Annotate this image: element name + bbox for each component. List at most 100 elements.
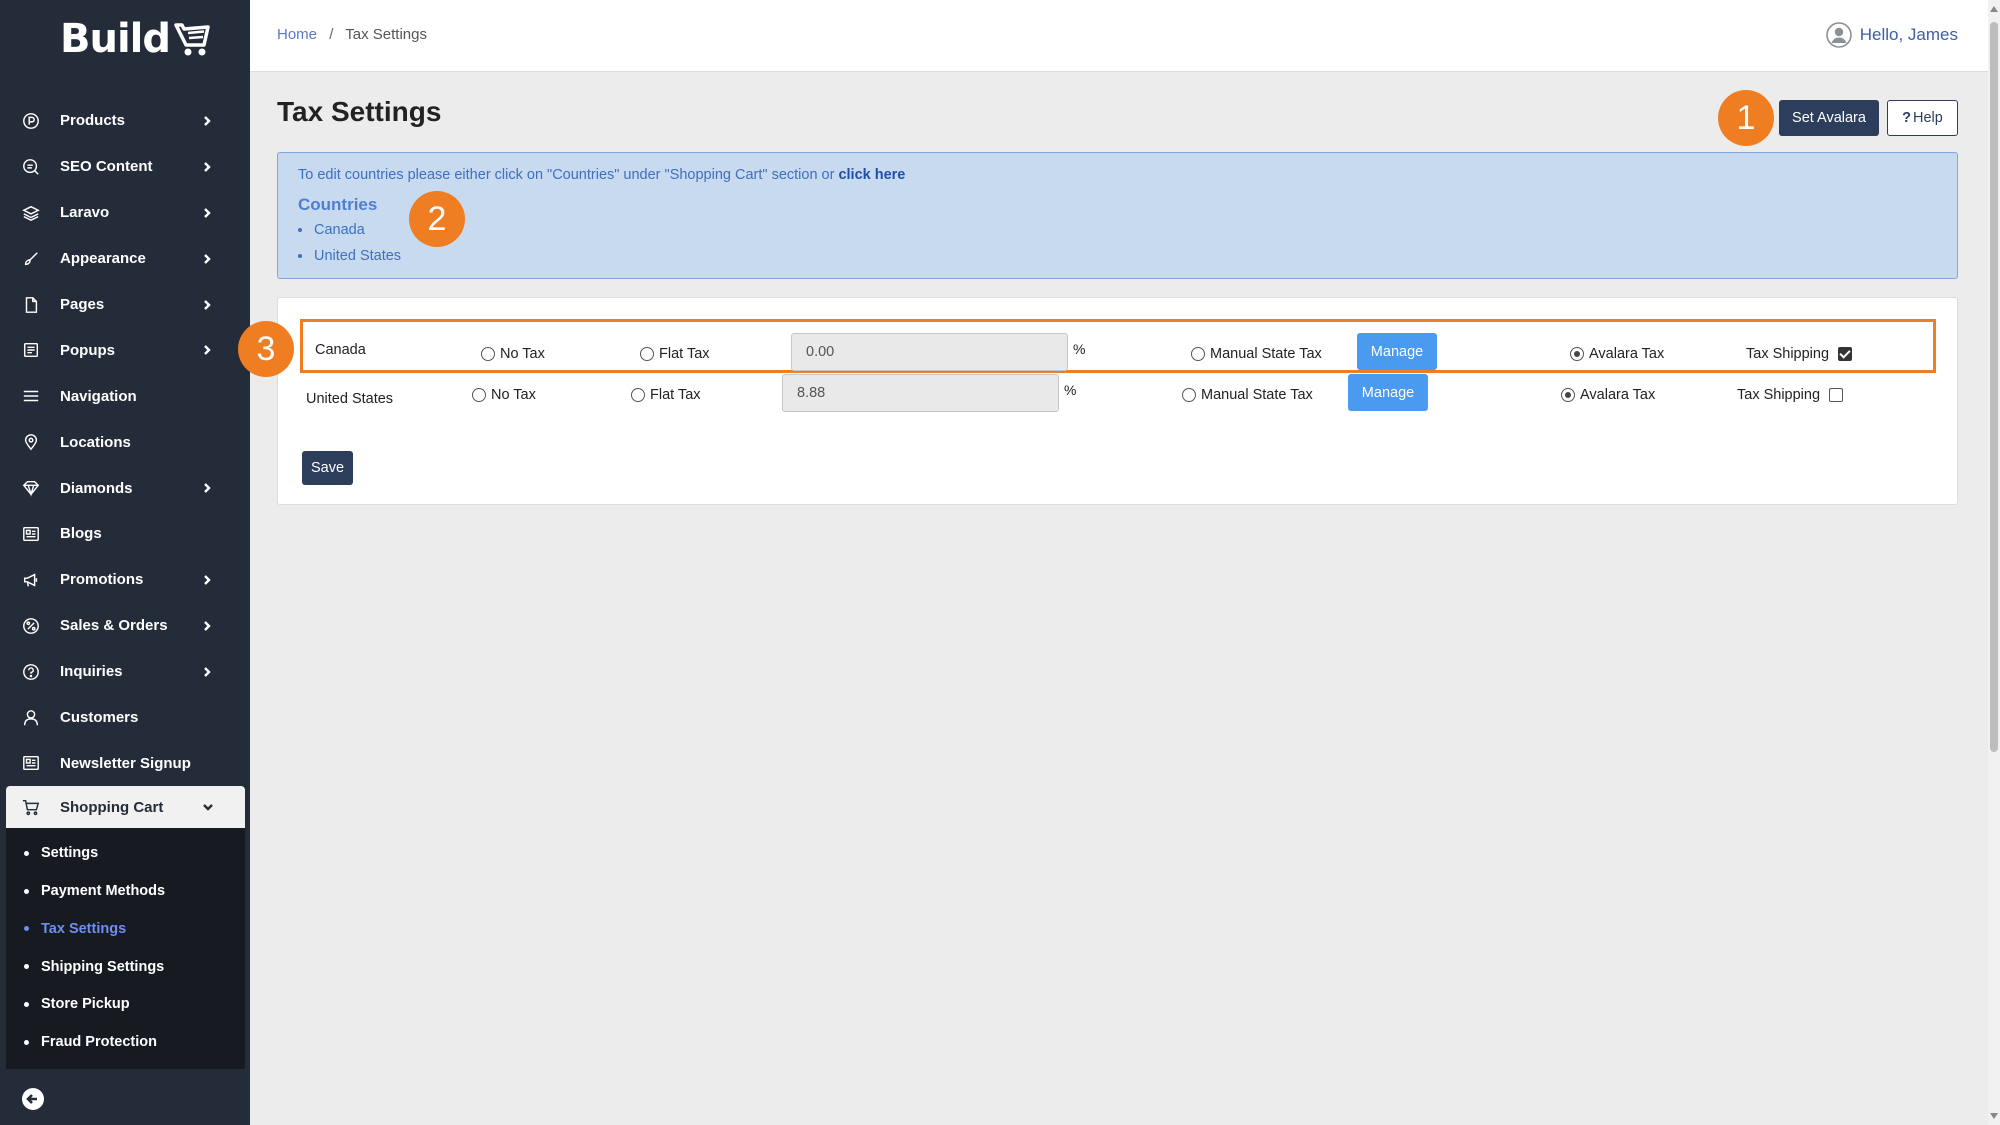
diamond-icon bbox=[20, 477, 42, 499]
sidebar-item-newsletter-signup[interactable]: Newsletter Signup bbox=[0, 740, 250, 786]
breadcrumb-home-link[interactable]: Home bbox=[277, 26, 317, 43]
scroll-up-icon[interactable] bbox=[1990, 6, 1998, 12]
sidebar-item-label: SEO Content bbox=[60, 158, 153, 176]
tax-shipping-field: Tax Shipping bbox=[1737, 387, 1844, 403]
manage-button[interactable]: Manage bbox=[1357, 333, 1437, 370]
sidebar-item-products[interactable]: Products bbox=[0, 98, 250, 144]
avalara-tax-radio[interactable]: Avalara Tax bbox=[1561, 387, 1655, 403]
chevron-right-icon bbox=[200, 160, 214, 174]
percent-icon bbox=[20, 615, 42, 637]
scrollbar-thumb[interactable] bbox=[1990, 22, 1998, 752]
sidebar: Build Products SEO Content Laravo Appear bbox=[0, 0, 250, 1125]
sidebar-item-diamonds[interactable]: Diamonds bbox=[0, 465, 250, 511]
sidebar-item-label: Shopping Cart bbox=[60, 798, 164, 816]
submenu-item-payment-methods[interactable]: Payment Methods bbox=[6, 872, 245, 910]
flat-tax-radio[interactable]: Flat Tax bbox=[640, 346, 710, 362]
step-marker-2: 2 bbox=[409, 191, 465, 247]
radio-indicator bbox=[1191, 347, 1205, 361]
sidebar-item-locations[interactable]: Locations bbox=[0, 419, 250, 465]
manage-button[interactable]: Manage bbox=[1348, 374, 1428, 411]
tax-shipping-field: Tax Shipping bbox=[1746, 346, 1853, 362]
submenu-item-settings[interactable]: Settings bbox=[6, 834, 245, 872]
avalara-tax-radio[interactable]: Avalara Tax bbox=[1570, 346, 1664, 362]
submenu-item-store-pickup[interactable]: Store Pickup bbox=[6, 986, 245, 1024]
sidebar-item-inquiries[interactable]: Inquiries bbox=[0, 649, 250, 695]
step-marker-3: 3 bbox=[238, 321, 294, 377]
sidebar-item-label: Newsletter Signup bbox=[60, 754, 191, 772]
help-button[interactable]: ? Help bbox=[1887, 100, 1958, 136]
sidebar-item-pages[interactable]: Pages bbox=[0, 282, 250, 328]
bullet-icon bbox=[24, 850, 29, 856]
sidebar-item-label: Products bbox=[60, 112, 126, 130]
sidebar-item-label: Sales & Orders bbox=[60, 617, 168, 635]
radio-label: Flat Tax bbox=[659, 346, 710, 362]
breadcrumb-current: Tax Settings bbox=[345, 26, 427, 43]
submenu-item-tax-settings[interactable]: Tax Settings bbox=[6, 910, 245, 948]
sidebar-item-blogs[interactable]: Blogs bbox=[0, 511, 250, 557]
arrow-left-icon bbox=[26, 1094, 37, 1104]
chevron-right-icon bbox=[200, 114, 214, 128]
page-scrollbar[interactable] bbox=[1988, 0, 2000, 1125]
breadcrumb-separator: / bbox=[329, 26, 334, 43]
logo[interactable]: Build bbox=[60, 14, 210, 64]
manual-state-tax-radio[interactable]: Manual State Tax bbox=[1191, 346, 1322, 362]
save-button[interactable]: Save bbox=[302, 451, 353, 485]
brush-icon bbox=[20, 248, 42, 270]
set-avalara-button[interactable]: Set Avalara bbox=[1779, 100, 1879, 136]
radio-label: Avalara Tax bbox=[1589, 346, 1665, 362]
sidebar-item-appearance[interactable]: Appearance bbox=[0, 236, 250, 282]
chevron-down-icon bbox=[201, 800, 215, 814]
manual-state-tax-radio[interactable]: Manual State Tax bbox=[1182, 387, 1313, 403]
info-message: To edit countries please either click on… bbox=[298, 167, 905, 183]
no-tax-radio[interactable]: No Tax bbox=[472, 387, 536, 403]
chevron-right-icon bbox=[200, 619, 214, 633]
sidebar-item-customers[interactable]: Customers bbox=[0, 695, 250, 741]
chevron-right-icon bbox=[200, 206, 214, 220]
sidebar-item-promotions[interactable]: Promotions bbox=[0, 557, 250, 603]
no-tax-radio[interactable]: No Tax bbox=[481, 346, 545, 362]
countries-info-alert: To edit countries please either click on… bbox=[277, 152, 1958, 279]
collapse-sidebar-button[interactable] bbox=[22, 1088, 44, 1110]
countries-title: Countries bbox=[298, 195, 378, 214]
tax-shipping-checkbox[interactable] bbox=[1838, 347, 1853, 361]
products-icon bbox=[20, 110, 42, 132]
click-here-link[interactable]: click here bbox=[838, 167, 905, 183]
sidebar-item-laravo[interactable]: Laravo bbox=[0, 190, 250, 236]
sidebar-item-shopping-cart[interactable]: Shopping Cart bbox=[6, 786, 245, 829]
sidebar-item-popups[interactable]: Popups bbox=[0, 327, 250, 373]
sidebar-item-seo-content[interactable]: SEO Content bbox=[0, 144, 250, 190]
tax-row-united-states: United States No Tax Flat Tax % Manual S… bbox=[300, 371, 1936, 425]
country-name: Canada bbox=[315, 342, 366, 358]
chevron-right-icon bbox=[200, 298, 214, 312]
chevron-right-icon bbox=[200, 252, 214, 266]
sidebar-item-label: Pages bbox=[60, 296, 105, 313]
user-icon bbox=[20, 707, 42, 729]
user-avatar-icon bbox=[1825, 22, 1852, 48]
sidebar-item-label: Promotions bbox=[60, 571, 144, 589]
sidebar-item-navigation[interactable]: Navigation bbox=[0, 373, 250, 419]
tax-shipping-checkbox[interactable] bbox=[1829, 388, 1844, 402]
scroll-down-icon[interactable] bbox=[1990, 1113, 1998, 1119]
countries-list: Canada United States bbox=[298, 217, 401, 269]
country-list-item: United States bbox=[298, 243, 401, 269]
popup-icon bbox=[20, 339, 42, 361]
percent-sign: % bbox=[1073, 341, 1086, 357]
submenu-item-shipping-settings[interactable]: Shipping Settings bbox=[6, 948, 245, 986]
megaphone-icon bbox=[20, 569, 42, 591]
bullet-icon bbox=[24, 1001, 29, 1007]
user-menu[interactable]: Hello, James bbox=[1825, 22, 1958, 48]
flat-tax-rate-input[interactable] bbox=[791, 333, 1068, 371]
bullet-icon bbox=[24, 926, 29, 932]
sidebar-item-label: Laravo bbox=[60, 204, 110, 222]
cart-icon bbox=[20, 796, 42, 818]
chevron-right-icon bbox=[200, 481, 214, 495]
sidebar-item-sales-orders[interactable]: Sales & Orders bbox=[0, 603, 250, 649]
top-bar: Home / Tax Settings Hello, James bbox=[250, 0, 1988, 72]
flat-tax-radio[interactable]: Flat Tax bbox=[631, 387, 701, 403]
radio-indicator bbox=[1570, 347, 1584, 361]
flat-tax-rate-input[interactable] bbox=[782, 374, 1059, 412]
submenu-item-label: Payment Methods bbox=[41, 883, 166, 900]
submenu-item-fraud-protection[interactable]: Fraud Protection bbox=[6, 1023, 245, 1061]
submenu-item-label: Shipping Settings bbox=[41, 958, 165, 975]
submenu-item-label: Settings bbox=[41, 845, 99, 862]
